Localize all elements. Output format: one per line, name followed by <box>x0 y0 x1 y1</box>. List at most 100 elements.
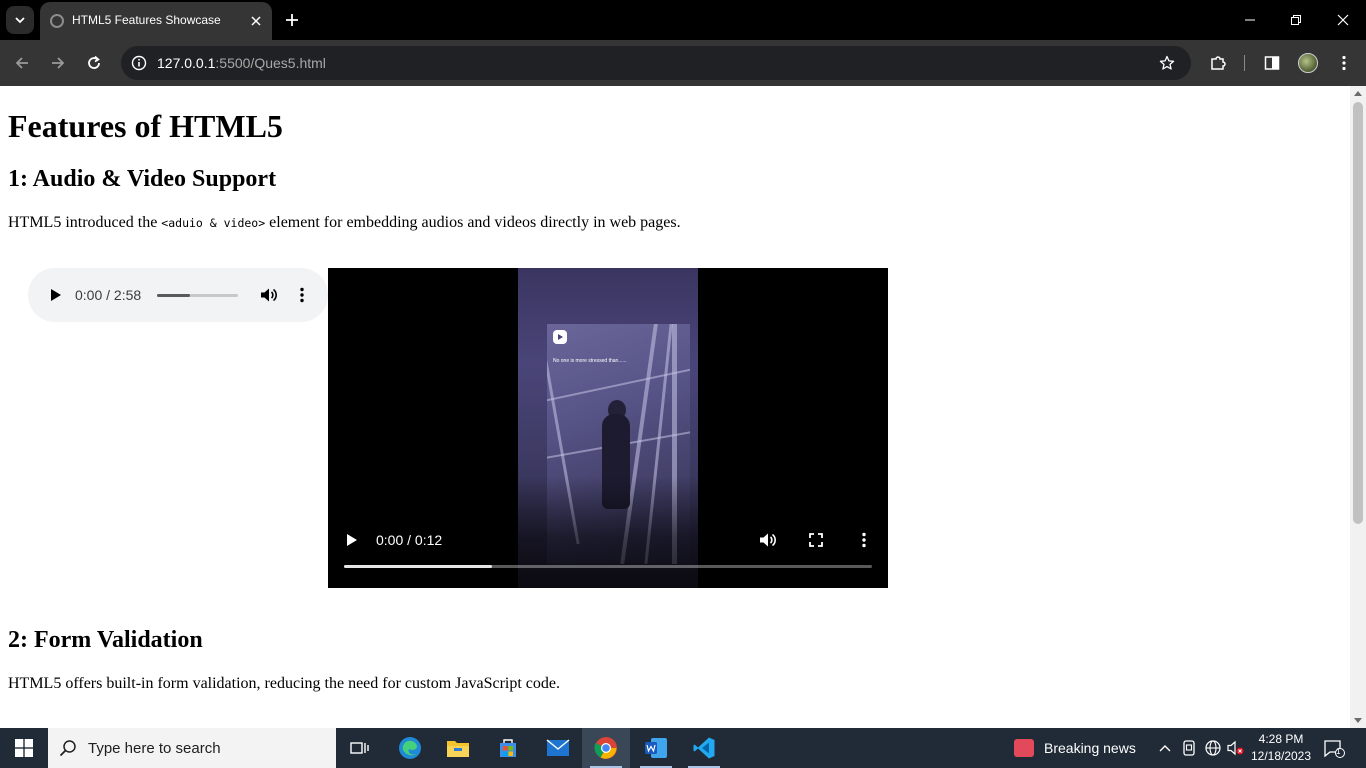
close-icon <box>251 16 261 26</box>
side-panel-icon <box>1264 56 1280 70</box>
store-icon <box>500 739 516 757</box>
url-text[interactable]: 127.0.0.1:5500/Ques5.html <box>157 55 326 71</box>
vscode-icon <box>693 737 715 759</box>
page-viewport: Features of HTML5 1: Audio & Video Suppo… <box>0 86 1350 728</box>
globe-icon <box>50 14 64 28</box>
folder-icon <box>447 741 469 757</box>
section-heading-form-validation: 2: Form Validation <box>8 627 203 653</box>
audio-player[interactable]: 0:00 / 2:58 <box>28 268 328 322</box>
word-icon <box>645 738 667 758</box>
tab-close-button[interactable] <box>246 11 266 31</box>
restore-icon <box>1291 15 1301 25</box>
minimize-icon <box>1245 19 1255 21</box>
side-panel-button[interactable] <box>1260 51 1284 75</box>
windows-logo-icon <box>15 739 33 757</box>
tab-search-button[interactable] <box>6 6 34 34</box>
browser-menu-button[interactable] <box>1332 51 1356 75</box>
volume-muted-icon[interactable] <box>1226 738 1246 758</box>
inline-code: <aduio & video> <box>161 216 266 230</box>
minimize-button[interactable] <box>1227 0 1273 40</box>
volume-icon <box>760 533 776 547</box>
plus-icon <box>286 14 298 26</box>
notification-center-button[interactable]: 1 <box>1322 738 1346 760</box>
site-info-icon[interactable] <box>129 53 149 73</box>
taskbar-vscode[interactable] <box>680 728 728 768</box>
close-window-button[interactable] <box>1320 0 1366 40</box>
chevron-down-icon <box>15 17 25 24</box>
chrome-icon <box>594 737 617 759</box>
reload-button[interactable] <box>82 51 106 75</box>
taskbar-search[interactable]: Type here to search <box>48 728 336 768</box>
kebab-menu-icon <box>1342 55 1346 71</box>
scroll-down-arrow-icon[interactable] <box>1354 718 1362 723</box>
meet-now-icon[interactable] <box>1179 738 1199 758</box>
taskbar-word[interactable] <box>632 728 680 768</box>
reload-icon <box>88 55 100 69</box>
extensions-button[interactable] <box>1206 51 1230 75</box>
clock-date: 12/18/2023 <box>1250 749 1312 763</box>
play-icon <box>51 289 61 301</box>
kebab-menu-icon <box>300 287 304 303</box>
news-widget[interactable]: Breaking news <box>1044 740 1136 756</box>
scroll-up-arrow-icon[interactable] <box>1354 91 1362 96</box>
close-icon <box>1337 14 1349 26</box>
play-icon <box>347 534 357 546</box>
back-button[interactable] <box>10 51 34 75</box>
notification-count: 1 <box>1336 747 1341 756</box>
volume-icon <box>261 288 277 302</box>
puzzle-icon <box>1211 56 1226 70</box>
text-before-code: HTML5 introduced the <box>8 214 162 231</box>
video-play-button[interactable] <box>342 530 362 550</box>
browser-toolbar: 127.0.0.1:5500/Ques5.html <box>0 40 1366 86</box>
page-title: Features of HTML5 <box>8 108 283 144</box>
video-fullscreen-button[interactable] <box>806 530 826 550</box>
mail-icon <box>546 739 570 756</box>
page-scrollbar[interactable] <box>1350 86 1366 728</box>
reels-icon <box>553 330 567 344</box>
video-time: 0:00 / 0:12 <box>376 532 443 548</box>
taskbar-chrome[interactable] <box>582 728 630 768</box>
kebab-menu-icon <box>862 532 866 548</box>
tab-title: HTML5 Features Showcase <box>72 13 221 27</box>
arrow-left-icon <box>15 57 28 69</box>
taskbar-edge[interactable] <box>386 728 434 768</box>
video-volume-button[interactable] <box>758 530 778 550</box>
clock-time: 4:28 PM <box>1258 732 1304 746</box>
task-view-button[interactable] <box>336 728 384 768</box>
news-icon[interactable] <box>1014 739 1034 757</box>
profile-avatar[interactable] <box>1298 53 1318 73</box>
edge-icon <box>399 737 421 759</box>
show-hidden-icons-button[interactable] <box>1155 738 1175 758</box>
url-path: :5500/Ques5.html <box>215 55 326 71</box>
forward-button[interactable] <box>46 51 70 75</box>
restore-button[interactable] <box>1273 0 1319 40</box>
section-text-form-validation: HTML5 offers built-in form validation, r… <box>8 675 560 692</box>
address-bar[interactable]: 127.0.0.1:5500/Ques5.html <box>121 46 1191 80</box>
taskbar-clock[interactable]: 4:28 PM 12/18/2023 <box>1250 731 1312 765</box>
taskbar-mail[interactable] <box>534 728 582 768</box>
audio-time: 0:00 / 2:58 <box>75 287 142 303</box>
audio-progress-fill <box>157 294 191 297</box>
taskbar-search-placeholder: Type here to search <box>88 740 221 757</box>
arrow-right-icon <box>52 57 65 69</box>
audio-more-button[interactable] <box>292 285 312 305</box>
bookmark-star-icon[interactable] <box>1157 53 1177 73</box>
new-tab-button[interactable] <box>281 9 303 31</box>
taskbar-file-explorer[interactable] <box>434 728 482 768</box>
start-button[interactable] <box>0 728 48 768</box>
video-progress-track[interactable] <box>344 565 872 568</box>
scrollbar-thumb[interactable] <box>1353 102 1363 524</box>
audio-play-button[interactable] <box>46 285 66 305</box>
section-heading-audio-video: 1: Audio & Video Support <box>8 166 277 192</box>
video-player[interactable]: No one is more stressed than...... 0:00 … <box>328 268 888 588</box>
taskbar-store[interactable] <box>484 728 532 768</box>
url-host: 127.0.0.1 <box>157 55 216 71</box>
audio-volume-button[interactable] <box>259 285 279 305</box>
browser-tab[interactable]: HTML5 Features Showcase <box>40 2 272 40</box>
audio-progress-track[interactable] <box>157 294 238 297</box>
section-text-audio-video: HTML5 introduced the <aduio & video> ele… <box>8 214 681 232</box>
fullscreen-icon <box>809 533 823 547</box>
video-more-button[interactable] <box>854 530 874 550</box>
network-globe-icon[interactable] <box>1203 738 1223 758</box>
toolbar-divider <box>1244 55 1245 71</box>
